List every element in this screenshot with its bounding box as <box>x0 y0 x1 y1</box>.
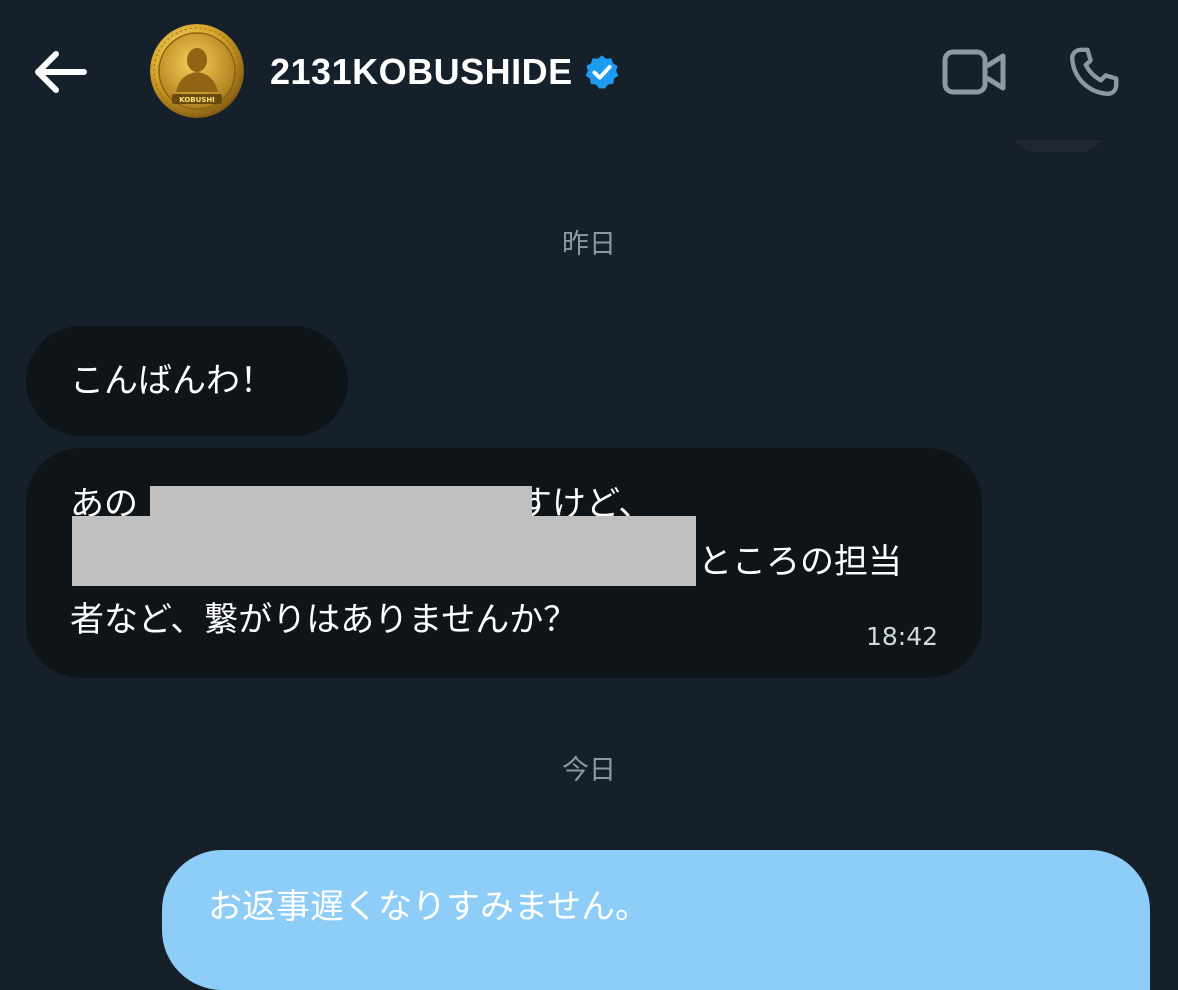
arrow-left-icon <box>35 51 87 93</box>
message-timestamp: 18:42 <box>865 622 938 651</box>
message-text: お返事遅くなりすみません。 <box>208 887 649 927</box>
message-line: 者など、繋がりはありませんか？ <box>70 591 938 649</box>
back-button[interactable] <box>28 44 92 100</box>
sent-message-bubble[interactable]: お返事遅くなりすみません。 <box>162 850 1150 990</box>
gold-coin-avatar-image: KOBUSHI <box>150 24 244 118</box>
received-message-bubble[interactable]: こんばんわ！ <box>26 326 348 436</box>
message-text: こんばんわ！ <box>70 361 274 401</box>
video-call-button[interactable] <box>936 40 1012 104</box>
message-text-fragment: 者など、繋がりはありませんか？ <box>70 600 578 640</box>
verified-badge-icon <box>585 55 618 89</box>
video-camera-icon <box>942 49 1006 95</box>
display-name: 2131KOBUSHIDE <box>270 51 573 92</box>
redaction-block <box>72 516 696 586</box>
received-message-bubble[interactable]: あの すけど、 ところの担当 者など、繋がりはありませんか？ 18:42 <box>26 448 982 678</box>
voice-call-button[interactable] <box>1056 38 1132 106</box>
avatar[interactable]: KOBUSHI <box>150 24 244 118</box>
date-separator-yesterday: 昨日 <box>562 229 616 260</box>
date-separator-today: 今日 <box>562 755 616 786</box>
phone-icon <box>1070 47 1119 96</box>
profile-name-row[interactable]: 2131KOBUSHIDE <box>270 48 621 96</box>
message-text-fragment: ところの担当 <box>698 542 902 582</box>
conversation-header: KOBUSHI 2131KOBUSHIDE <box>0 0 1178 140</box>
svg-text:KOBUSHI: KOBUSHI <box>179 96 215 104</box>
